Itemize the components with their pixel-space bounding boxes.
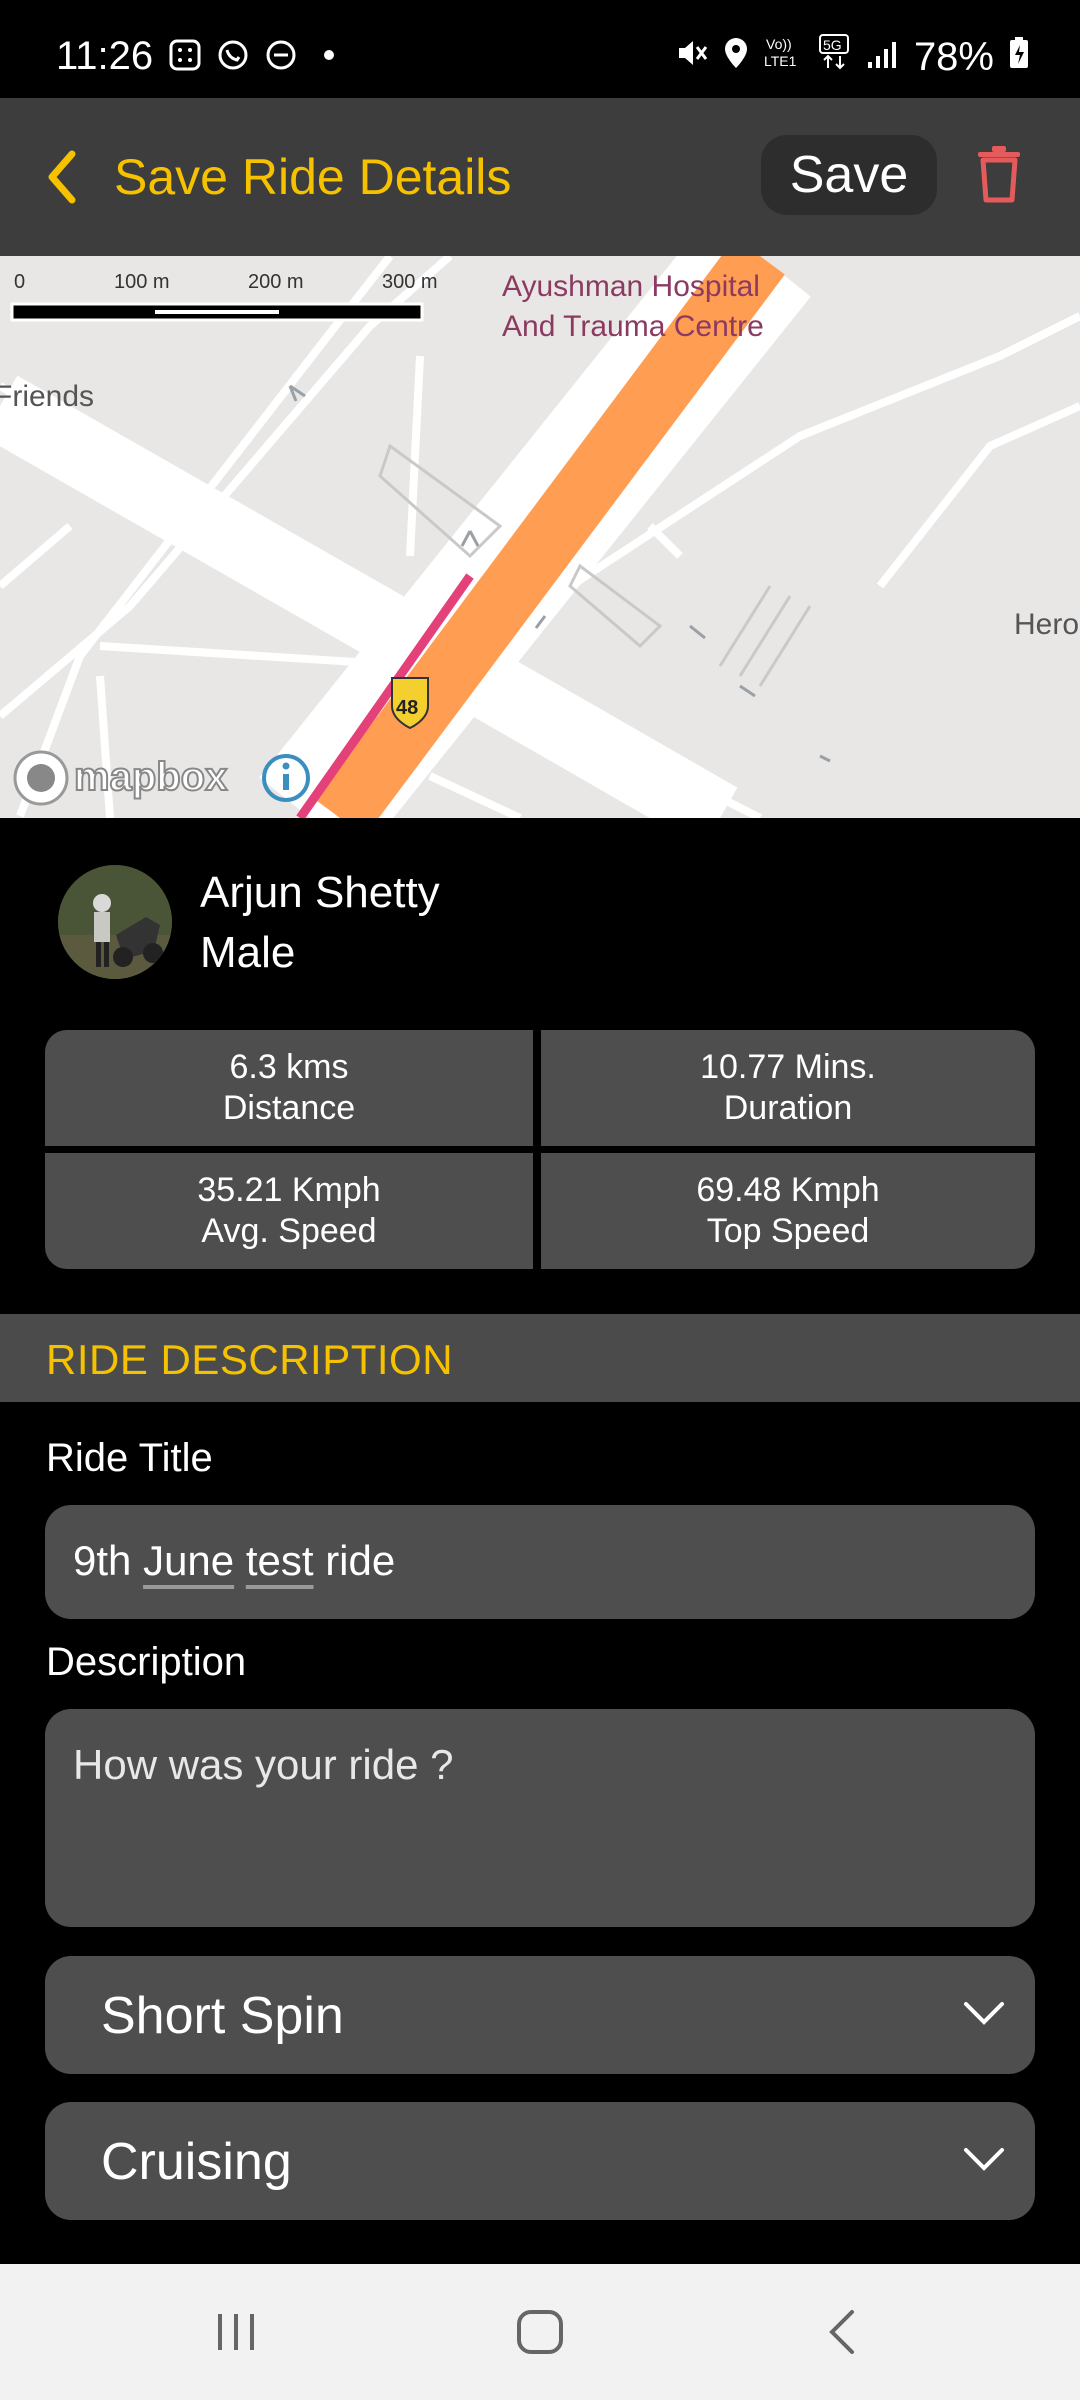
chevron-down-icon (964, 2002, 1004, 2025)
stat-value: 69.48 Kmph (696, 1171, 880, 1209)
hospital-label-line1: Ayushman Hospital (502, 270, 760, 303)
svg-text:Vo)): Vo)) (766, 36, 792, 52)
title-word: 9th (73, 1537, 132, 1584)
stat-label: Avg. Speed (201, 1212, 377, 1250)
svg-text:5G: 5G (823, 37, 842, 53)
stat-avg-speed: 35.21 Kmph Avg. Speed (45, 1153, 533, 1269)
title-word-misspelled: June (143, 1537, 235, 1584)
notification-icons (168, 38, 346, 72)
recent-apps-icon[interactable] (208, 2304, 264, 2360)
description-input[interactable]: How was your ride ? (45, 1709, 1035, 1927)
home-icon[interactable] (512, 2304, 568, 2360)
title-word: ride (325, 1537, 396, 1584)
volte-icon: Vo)) LTE1 (764, 34, 804, 80)
title-word-misspelled: test (245, 1537, 314, 1584)
scale-300: 300 m (382, 271, 438, 293)
scale-0: 0 (14, 271, 25, 293)
dot-icon (312, 38, 346, 72)
back-nav-icon[interactable] (816, 2304, 872, 2360)
profile-gender: Male (200, 928, 296, 977)
whatsapp-icon (216, 38, 250, 72)
rider-photo (58, 865, 172, 979)
stat-distance: 6.3 kms Distance (45, 1030, 533, 1146)
stat-label: Distance (222, 1089, 356, 1127)
stat-top-speed: 69.48 Kmph Top Speed (541, 1153, 1035, 1269)
ride-title-input[interactable]: 9th June test ride (45, 1505, 1035, 1619)
status-time: 11:26 (56, 34, 154, 78)
profile-name: Arjun Shetty (200, 868, 440, 917)
ride-style-dropdown[interactable]: Cruising (45, 2102, 1035, 2220)
system-icons: Vo)) LTE1 5G 78% (674, 34, 1030, 80)
stat-value: 35.21 Kmph (197, 1171, 381, 1209)
stat-value: 6.3 kms (229, 1048, 349, 1086)
hospital-label-line2: And Trauma Centre (502, 310, 764, 343)
battery-level: 78% (913, 34, 994, 79)
friends-label: Friends (0, 380, 94, 413)
trash-icon (978, 146, 1020, 203)
section-header: RIDE DESCRIPTION (0, 1314, 1080, 1402)
location-icon (722, 35, 750, 80)
chevron-down-icon (964, 2148, 1004, 2171)
battery-icon (1008, 35, 1030, 80)
scale-200: 200 m (248, 271, 304, 293)
ride-title-value: 9th June test ride (73, 1537, 395, 1585)
stat-label: Top Speed (706, 1212, 870, 1250)
calculator-icon (168, 38, 202, 72)
ride-title-label: Ride Title (46, 1436, 213, 1480)
status-bar: 11:26 Vo)) LTE1 5G 78% (0, 0, 1080, 98)
5g-icon: 5G (818, 34, 852, 80)
system-nav-bar (0, 2264, 1080, 2400)
mapbox-wordmark: mapbox (74, 755, 227, 799)
ride-type-value: Short Spin (101, 1987, 344, 2045)
section-title: RIDE DESCRIPTION (46, 1336, 454, 1383)
route-map[interactable]: 48 0 100 m 200 m 300 m Ayushman Hospital… (0, 256, 1080, 818)
page-title: Save Ride Details (114, 149, 512, 205)
avatar (58, 865, 172, 979)
stat-label: Duration (723, 1089, 853, 1127)
back-button[interactable] (40, 142, 84, 212)
stat-value: 10.77 Mins. (700, 1048, 876, 1086)
delete-button[interactable] (976, 144, 1022, 204)
description-label: Description (46, 1640, 247, 1684)
stat-duration: 10.77 Mins. Duration (541, 1030, 1035, 1146)
svg-text:LTE1: LTE1 (764, 53, 797, 69)
description-placeholder: How was your ride ? (73, 1741, 454, 1788)
ride-style-value: Cruising (101, 2133, 292, 2191)
save-button[interactable]: Save (761, 135, 937, 215)
app-bar: Save Ride Details Save (0, 98, 1080, 256)
road-shield: 48 (396, 697, 418, 719)
map-canvas: 48 0 100 m 200 m 300 m Ayushman Hospital… (0, 256, 1080, 818)
ride-type-dropdown[interactable]: Short Spin (45, 1956, 1035, 2074)
scale-100: 100 m (114, 271, 170, 293)
signal-icon (866, 35, 900, 80)
hero-label: Hero (1014, 608, 1079, 641)
do-not-disturb-icon (264, 38, 298, 72)
mapbox-logo: mapbox (13, 750, 228, 806)
mute-icon (674, 35, 708, 80)
chevron-left-icon (48, 150, 76, 204)
